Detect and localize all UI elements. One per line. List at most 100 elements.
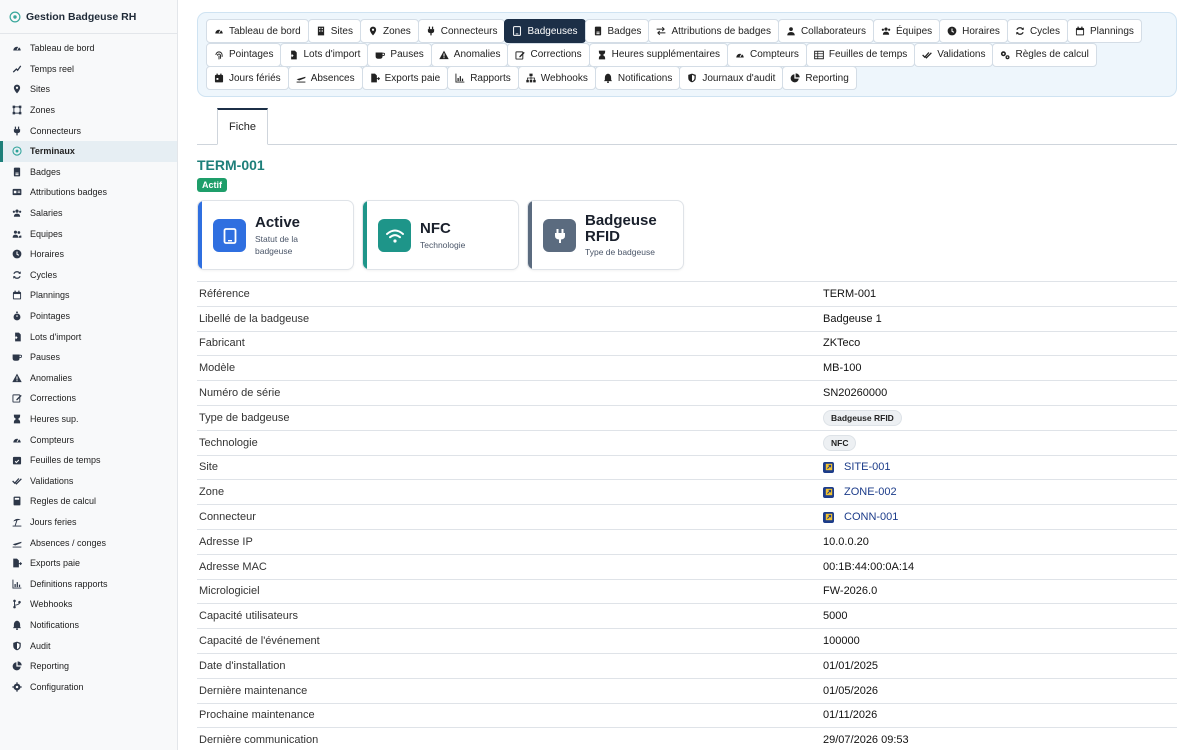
sidebar-item-label: Terminaux — [30, 146, 75, 157]
edit-icon — [515, 50, 526, 60]
tab-label: Lots d'import — [303, 49, 361, 60]
sidebar-item-regles-de-calcul[interactable]: Regles de calcul — [0, 491, 177, 512]
sidebar-item-equipes[interactable]: Equipes — [0, 223, 177, 244]
tab-corrections[interactable]: Corrections — [507, 42, 590, 67]
gear-icon — [12, 682, 22, 692]
sidebar-item-cycles[interactable]: Cycles — [0, 265, 177, 286]
sidebar-item-attributions-badges[interactable]: Attributions badges — [0, 182, 177, 203]
chart-bar-icon — [455, 73, 465, 83]
tab-zones[interactable]: Zones — [359, 19, 419, 43]
tab-connecteurs[interactable]: Connecteurs — [417, 19, 506, 43]
sidebar-item-compteurs[interactable]: Compteurs — [0, 429, 177, 450]
tab-attributions-de-badges[interactable]: Attributions de badges — [648, 19, 779, 43]
sync-icon — [12, 270, 22, 280]
tab-regles-de-calcul[interactable]: Règles de calcul — [992, 42, 1097, 67]
sidebar-item-absences-conges[interactable]: Absences / conges — [0, 532, 177, 553]
tab-collaborateurs[interactable]: Collaborateurs — [777, 19, 874, 43]
tab-rapports[interactable]: Rapports — [447, 66, 519, 90]
hourglass-icon — [597, 50, 607, 60]
tab-validations[interactable]: Validations — [914, 42, 994, 67]
detail-link[interactable]: SITE-001 — [844, 461, 890, 473]
sidebar-item-sites[interactable]: Sites — [0, 79, 177, 100]
sidebar-item-salaries[interactable]: Salaries — [0, 203, 177, 224]
gauge-icon — [12, 43, 22, 53]
tab-label: Heures supplémentaires — [611, 49, 721, 60]
sidebar-item-configuration[interactable]: Configuration — [0, 676, 177, 697]
mug-icon — [375, 50, 386, 60]
detail-link[interactable]: ZONE-002 — [844, 486, 897, 498]
tab-jours-feries[interactable]: Jours fériés — [206, 66, 289, 90]
sidebar-item-webhooks[interactable]: Webhooks — [0, 594, 177, 615]
tab-pauses[interactable]: Pauses — [367, 42, 432, 67]
sidebar-item-temps-reel[interactable]: Temps reel — [0, 59, 177, 80]
tab-label: Tableau de bord — [229, 25, 301, 37]
tab-compteurs[interactable]: Compteurs — [727, 42, 807, 67]
tab-anomalies[interactable]: Anomalies — [430, 42, 509, 67]
detail-label: Capacité utilisateurs — [199, 610, 299, 623]
table-icon — [814, 50, 824, 60]
tab-cycles[interactable]: Cycles — [1006, 19, 1068, 43]
tab-tableau-de-bord[interactable]: Tableau de bord — [206, 19, 309, 43]
tab-horaires[interactable]: Horaires — [939, 19, 1008, 43]
detail-row: Type de badgeuse Badgeuse RFID — [197, 406, 1177, 431]
tab-webhooks[interactable]: Webhooks — [517, 66, 596, 90]
file-import-icon — [288, 50, 298, 60]
card-type: Badgeuse RFID Type de badgeuse — [527, 200, 684, 270]
tab-badgeuses[interactable]: Badgeuses — [504, 19, 586, 43]
sync-icon — [1015, 26, 1025, 36]
tab-feuilles-de-temps[interactable]: Feuilles de temps — [805, 42, 916, 67]
sidebar-item-audit[interactable]: Audit — [0, 635, 177, 656]
sidebar-item-zones[interactable]: Zones — [0, 100, 177, 121]
sidebar-item-exports-paie[interactable]: Exports paie — [0, 553, 177, 574]
sidebar-item-pointages[interactable]: Pointages — [0, 306, 177, 327]
tab-label: Validations — [937, 49, 986, 60]
plane-icon — [12, 538, 22, 548]
sidebar-item-tableau-de-bord[interactable]: Tableau de bord — [0, 38, 177, 59]
detail-link[interactable]: CONN-001 — [844, 511, 898, 523]
tab-equipes[interactable]: Équipes — [873, 19, 941, 43]
tab-heures-supplementaires[interactable]: Heures supplémentaires — [588, 42, 729, 67]
app-brand[interactable]: Gestion Badgeuse RH — [0, 0, 177, 34]
sidebar-item-anomalies[interactable]: Anomalies — [0, 368, 177, 389]
tab-reporting[interactable]: Reporting — [782, 66, 857, 90]
tab-absences[interactable]: Absences — [287, 66, 363, 90]
detail-value[interactable]: SITE-001 — [823, 461, 890, 473]
sidebar-item-definitions-rapports[interactable]: Definitions rapports — [0, 573, 177, 594]
detail-label: Capacité de l'événement — [199, 635, 320, 648]
sidebar-item-terminaux[interactable]: Terminaux — [0, 140, 177, 162]
sidebar-item-jours-feries[interactable]: Jours feries — [0, 512, 177, 533]
sidebar-item-badges[interactable]: Badges — [0, 162, 177, 183]
detail-value[interactable]: ZONE-002 — [823, 486, 897, 498]
sidebar-item-horaires[interactable]: Horaires — [0, 244, 177, 265]
tab-exports-paie[interactable]: Exports paie — [361, 66, 449, 90]
tab-sites[interactable]: Sites — [307, 19, 361, 43]
sidebar-item-corrections[interactable]: Corrections — [0, 388, 177, 409]
sidebar-item-heures-sup[interactable]: Heures sup. — [0, 409, 177, 430]
tab-lots-d-import[interactable]: Lots d'import — [280, 42, 369, 67]
tab-label: Badgeuses — [527, 25, 578, 37]
sidebar-item-label: Lots d'import — [30, 331, 82, 342]
tab-badges[interactable]: Badges — [584, 19, 650, 43]
sidebar-item-validations[interactable]: Validations — [0, 470, 177, 491]
tab-journaux-d-audit[interactable]: Journaux d'audit — [679, 66, 784, 90]
tab-plannings[interactable]: Plannings — [1066, 19, 1142, 43]
sidebar-item-feuilles-de-temps[interactable]: Feuilles de temps — [0, 450, 177, 471]
sidebar-item-label: Heures sup. — [30, 413, 79, 424]
sidebar-item-connecteurs[interactable]: Connecteurs — [0, 120, 177, 141]
sidebar-item-pauses[interactable]: Pauses — [0, 347, 177, 368]
card-status: Active Statut de la badgeuse — [197, 200, 354, 270]
clock-icon — [12, 249, 22, 259]
sidebar-item-label: Equipes — [30, 228, 63, 239]
detail-value[interactable]: CONN-001 — [823, 511, 898, 523]
tab-fiche[interactable]: Fiche — [217, 108, 268, 145]
sidebar-item-plannings[interactable]: Plannings — [0, 285, 177, 306]
detail-row: Modèle MB-100 — [197, 356, 1177, 382]
sidebar-item-label: Compteurs — [30, 434, 75, 445]
sidebar-item-notifications[interactable]: Notifications — [0, 615, 177, 636]
hourglass-icon — [12, 414, 22, 424]
detail-label: Connecteur — [199, 511, 256, 524]
sidebar-item-lots-d-import[interactable]: Lots d'import — [0, 326, 177, 347]
sidebar-item-reporting[interactable]: Reporting — [0, 656, 177, 677]
tab-pointages[interactable]: Pointages — [206, 42, 282, 67]
tab-notifications[interactable]: Notifications — [594, 66, 681, 90]
